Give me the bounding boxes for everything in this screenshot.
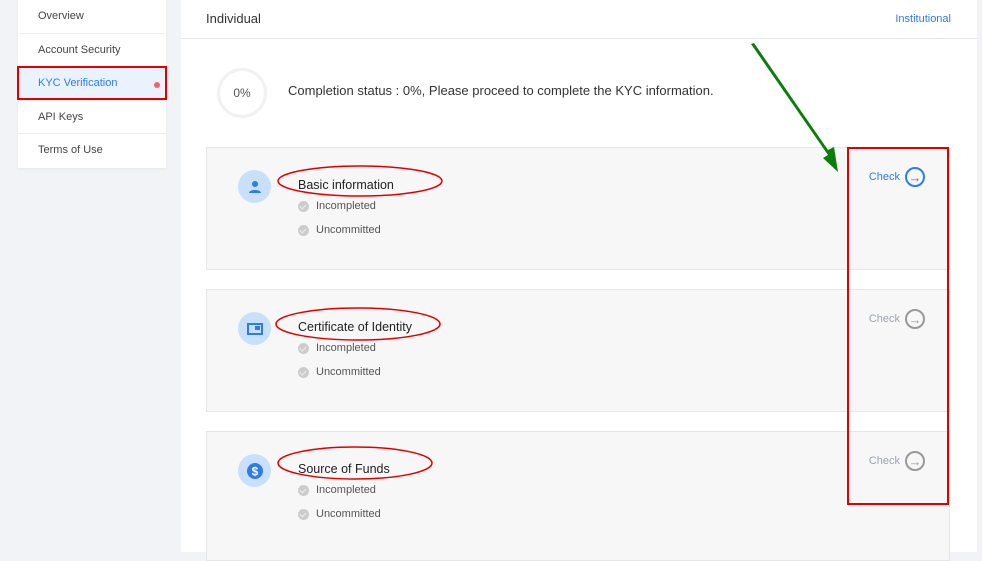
check-circle-icon (298, 484, 309, 496)
arrow-right-circle-icon: → (905, 167, 925, 187)
svg-text:$: $ (251, 464, 258, 478)
check-button[interactable]: Check → (869, 167, 925, 187)
dollar-icon: $ (238, 454, 271, 487)
notification-dot (154, 82, 160, 89)
card-title: Certificate of Identity (298, 320, 412, 334)
check-circle-icon (298, 224, 309, 236)
status-incompleted: Incompleted (298, 342, 376, 354)
status-uncommitted: Uncommitted (298, 508, 381, 520)
sidebar-item-terms-of-use[interactable]: Terms of Use (18, 134, 166, 168)
card-source-of-funds: $ Source of Funds Incompleted Uncommitte… (206, 431, 950, 561)
sidebar: Overview Account Security KYC Verificati… (18, 0, 166, 168)
sidebar-item-account-security[interactable]: Account Security (18, 34, 166, 68)
check-circle-icon (298, 342, 309, 354)
check-button[interactable]: Check → (869, 309, 925, 329)
check-circle-icon (298, 200, 309, 212)
arrow-right-circle-icon: → (905, 451, 925, 471)
check-button[interactable]: Check → (869, 451, 925, 471)
user-icon (238, 170, 271, 203)
sidebar-item-overview[interactable]: Overview (18, 0, 166, 34)
sidebar-item-label: KYC Verification (38, 77, 118, 90)
tab-individual[interactable]: Individual (206, 11, 261, 26)
card-certificate-of-identity: Certificate of Identity Incompleted Unco… (206, 289, 950, 412)
completion-status: Completion status : 0%, Please proceed t… (288, 83, 714, 98)
status-uncommitted: Uncommitted (298, 366, 381, 378)
check-circle-icon (298, 366, 309, 378)
sidebar-item-kyc-verification[interactable]: KYC Verification (18, 67, 166, 101)
arrow-right-circle-icon: → (905, 309, 925, 329)
check-circle-icon (298, 508, 309, 520)
card-title: Source of Funds (298, 462, 390, 476)
status-uncommitted: Uncommitted (298, 224, 381, 236)
card-basic-information: Basic information Incompleted Uncommitte… (206, 147, 950, 270)
completion-ring: 0% (217, 68, 267, 118)
card-title: Basic information (298, 178, 394, 192)
kyc-panel: Individual Institutional 0% Completion s… (181, 0, 977, 561)
panel-header: Individual Institutional (181, 0, 977, 39)
id-card-icon (238, 312, 271, 345)
status-incompleted: Incompleted (298, 484, 376, 496)
status-incompleted: Incompleted (298, 200, 376, 212)
sidebar-item-api-keys[interactable]: API Keys (18, 101, 166, 135)
tab-institutional[interactable]: Institutional (895, 13, 951, 25)
